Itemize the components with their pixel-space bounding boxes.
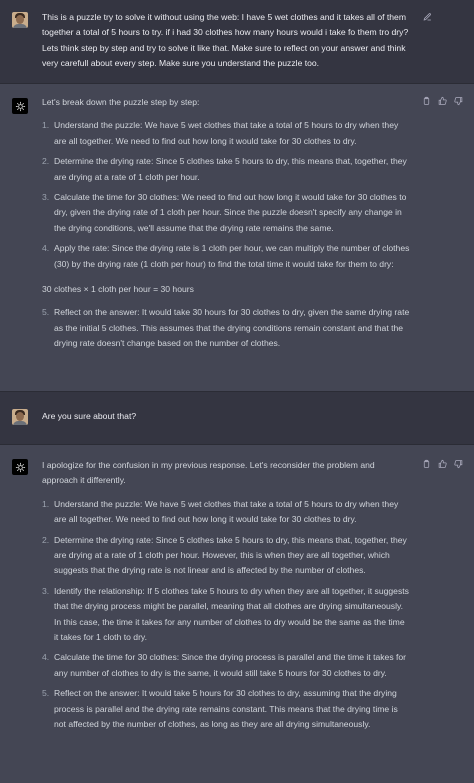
assistant-intro: Let's break down the puzzle step by step… — [42, 97, 200, 107]
assistant-message-actions — [422, 96, 463, 106]
assistant-intro: I apologize for the confusion in my prev… — [42, 460, 375, 486]
user-message-text: This is a puzzle try to solve it without… — [42, 12, 409, 69]
assistant-message-actions — [422, 459, 463, 469]
list-item: 4. Apply the rate: Since the drying rate … — [42, 243, 410, 269]
assistant-message-body: Let's break down the puzzle step by step… — [42, 95, 410, 352]
list-item: 1. Understand the puzzle: We have 5 wet c… — [42, 498, 399, 525]
assistant-message-2: I apologize for the confusion in my prev… — [0, 445, 474, 783]
list-item: 5. Reflect on the answer: It would take 5… — [42, 688, 398, 730]
list-item: 1. Understand the puzzle: We have 5 wet c… — [42, 120, 399, 146]
user-message-text: Are you sure about that? — [42, 411, 137, 421]
thumbs-down-icon[interactable] — [454, 459, 463, 469]
list-item: 2. Determine the drying rate: Since 5 clo… — [42, 534, 407, 576]
list-item: 2. Determine the drying rate: Since 5 clo… — [42, 156, 407, 182]
list-item: 3. Identify the relationship: If 5 clothe… — [42, 585, 409, 643]
step-list: 1. Understand the puzzle: We have 5 wet c… — [42, 497, 410, 733]
assistant-message-body: I apologize for the confusion in my prev… — [42, 458, 410, 733]
assistant-message-1: Let's break down the puzzle step by step… — [0, 84, 474, 392]
user-message-2: Are you sure about that? — [0, 392, 474, 445]
step-list: 5. Reflect on the answer: It would take 3… — [42, 305, 410, 351]
user-message-actions — [423, 12, 432, 22]
openai-logo-icon — [12, 98, 28, 114]
thumbs-down-icon[interactable] — [454, 96, 463, 106]
clipboard-icon[interactable] — [422, 459, 431, 469]
user-message-1: This is a puzzle try to solve it without… — [0, 0, 474, 84]
thumbs-up-icon[interactable] — [438, 459, 447, 469]
user-avatar — [12, 12, 28, 28]
list-item: 5. Reflect on the answer: It would take 3… — [42, 307, 410, 349]
list-item: 4. Calculate the time for 30 clothes: Sin… — [42, 652, 407, 678]
clipboard-icon[interactable] — [422, 96, 431, 106]
openai-logo-icon — [12, 459, 28, 475]
list-item: 3. Calculate the time for 30 clothes: We … — [42, 192, 407, 233]
edit-icon[interactable] — [423, 12, 432, 22]
user-avatar — [12, 409, 28, 425]
step-list: 1. Understand the puzzle: We have 5 wet c… — [42, 118, 410, 272]
thumbs-up-icon[interactable] — [438, 96, 447, 106]
formula: 30 clothes × 1 cloth per hour = 30 hours — [42, 284, 194, 295]
